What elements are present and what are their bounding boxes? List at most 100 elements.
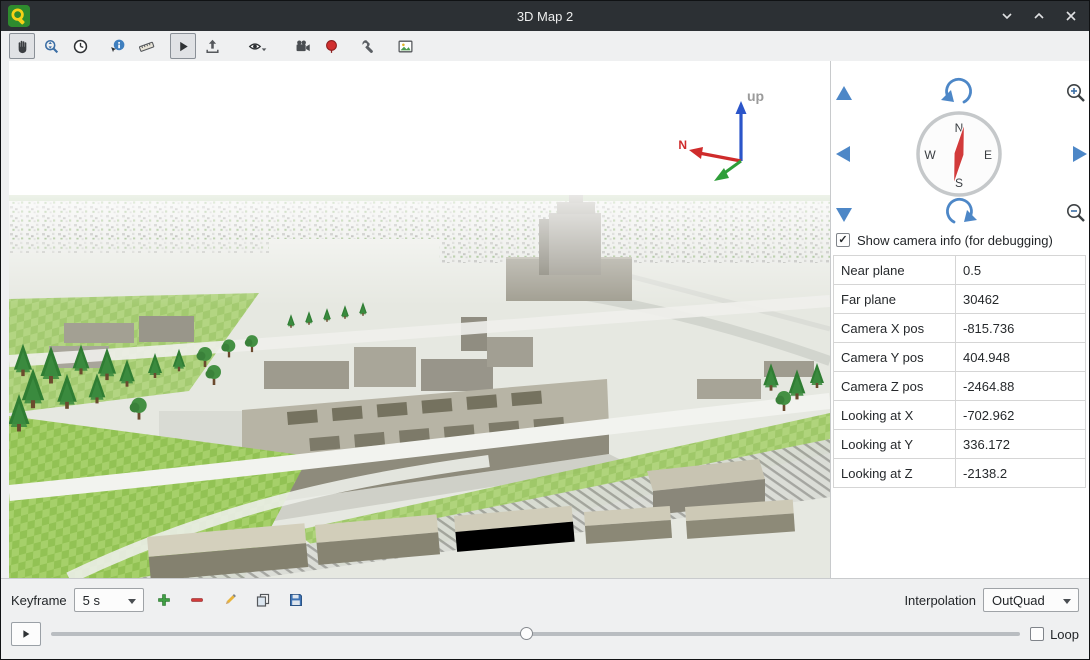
save-as-image-button[interactable] — [392, 33, 418, 59]
info-label-cell: Looking at X — [834, 401, 956, 430]
ruler-icon — [138, 38, 155, 55]
info-value-cell: -2464.88 — [956, 372, 1086, 401]
show-camera-info-checkbox-row[interactable]: Show camera info (for debugging) — [836, 230, 1053, 250]
camera-info-table: Near plane0.5 Far plane30462 Camera X po… — [833, 255, 1086, 488]
shade-button[interactable] — [999, 8, 1015, 24]
info-value-cell: -815.736 — [956, 314, 1086, 343]
identify-button[interactable] — [104, 33, 130, 59]
duplicate-keyframe-button[interactable] — [250, 588, 276, 612]
info-label-cell: Looking at Z — [834, 459, 956, 488]
nav-pan-right-button[interactable] — [1073, 146, 1087, 162]
info-value-cell: -702.962 — [956, 401, 1086, 430]
edit-keyframe-button[interactable] — [217, 588, 243, 612]
timeline-slider[interactable] — [51, 624, 1020, 644]
table-row: Camera X pos-815.736 — [834, 314, 1086, 343]
qgis-logo-icon — [8, 5, 30, 27]
zoom-full-button[interactable] — [38, 33, 64, 59]
minus-icon — [189, 592, 205, 608]
interpolation-label: Interpolation — [904, 593, 976, 608]
info-value-cell: 30462 — [956, 285, 1086, 314]
titlebar[interactable]: 3D Map 2 — [1, 1, 1089, 31]
3d-scene: up N — [9, 61, 830, 578]
clock-icon — [72, 38, 89, 55]
keyframe-duration-value: 5 s — [83, 593, 100, 608]
maximize-button[interactable] — [1031, 8, 1047, 24]
highlight-tool-button[interactable] — [318, 33, 344, 59]
keyframe-duration-combo[interactable]: 5 s — [74, 588, 144, 612]
add-keyframe-button[interactable] — [151, 588, 177, 612]
svg-text:up: up — [747, 88, 764, 104]
chevron-up-icon — [1033, 10, 1045, 22]
copy-icon — [255, 592, 271, 608]
nav-zoom-out-button[interactable] — [1068, 205, 1084, 221]
table-row: Looking at X-702.962 — [834, 401, 1086, 430]
nav-tilt-down-button[interactable] — [836, 208, 852, 222]
animation-bar: Keyframe 5 s Interpolation OutQuad — [1, 578, 1089, 660]
close-icon — [1065, 10, 1077, 22]
eye-icon — [248, 38, 267, 55]
info-label-cell: Camera Y pos — [834, 343, 956, 372]
remove-keyframe-button[interactable] — [184, 588, 210, 612]
zoom-full-icon — [43, 38, 60, 55]
loop-label: Loop — [1050, 627, 1079, 642]
nav-rotate-cw-button[interactable] — [947, 199, 977, 222]
slider-groove[interactable] — [51, 632, 1020, 636]
info-value-cell: 0.5 — [956, 256, 1086, 285]
interpolation-combo[interactable]: OutQuad — [983, 588, 1079, 612]
animation-timer-button[interactable] — [67, 33, 93, 59]
eye-dome-lighting-button[interactable] — [244, 33, 270, 59]
camera-control-pan-button[interactable] — [9, 33, 35, 59]
identify-icon — [109, 38, 126, 55]
loop-checkbox[interactable] — [1030, 627, 1044, 641]
show-camera-info-checkbox[interactable] — [836, 233, 850, 247]
interpolation-value: OutQuad — [992, 593, 1045, 608]
info-value-cell: 336.172 — [956, 430, 1086, 459]
qgis-3d-map-window: 3D Map 2 — [0, 0, 1090, 660]
table-row: Camera Y pos404.948 — [834, 343, 1086, 372]
table-row: Looking at Z-2138.2 — [834, 459, 1086, 488]
export-up-arrow-icon — [204, 38, 221, 55]
3d-viewport[interactable]: up N — [9, 61, 830, 578]
play-animation-button[interactable] — [170, 33, 196, 59]
close-button[interactable] — [1063, 8, 1079, 24]
info-label-cell: Near plane — [834, 256, 956, 285]
slider-handle[interactable] — [520, 627, 533, 640]
compass[interactable]: N W E S — [918, 113, 1000, 195]
camera-side-panel: N W E S Show camera info (for — [830, 61, 1090, 578]
info-label-cell: Camera X pos — [834, 314, 956, 343]
configure-button[interactable] — [355, 33, 381, 59]
nav-tilt-up-button[interactable] — [836, 86, 852, 100]
nav-zoom-in-button[interactable] — [1068, 85, 1084, 101]
loop-checkbox-row[interactable]: Loop — [1030, 627, 1079, 642]
info-value-cell: -2138.2 — [956, 459, 1086, 488]
save-animation-button[interactable] — [283, 588, 309, 612]
red-sphere-icon — [323, 38, 340, 55]
transport-row: Loop — [1, 621, 1089, 647]
nav-rotate-ccw-button[interactable] — [941, 79, 971, 102]
info-label-cell: Camera Z pos — [834, 372, 956, 401]
pencil-icon — [222, 592, 238, 608]
table-row: Camera Z pos-2464.88 — [834, 372, 1086, 401]
floppy-save-icon — [288, 592, 304, 608]
window-title: 3D Map 2 — [1, 9, 1089, 24]
keyframe-row: Keyframe 5 s Interpolation OutQuad — [1, 587, 1089, 613]
nav-pan-left-button[interactable] — [836, 146, 850, 162]
toolbar — [1, 31, 1089, 61]
keyframe-label: Keyframe — [11, 593, 67, 608]
play-icon — [20, 628, 32, 640]
scene-camera-button[interactable] — [289, 33, 315, 59]
table-row: Far plane30462 — [834, 285, 1086, 314]
export-animation-frames-button[interactable] — [199, 33, 225, 59]
measure-line-button[interactable] — [133, 33, 159, 59]
image-icon — [397, 38, 414, 55]
navigation-widget: N W E S — [831, 69, 1090, 235]
play-icon — [176, 39, 191, 54]
play-button[interactable] — [11, 622, 41, 646]
table-row: Near plane0.5 — [834, 256, 1086, 285]
wrench-icon — [360, 38, 377, 55]
pan-hand-icon — [14, 38, 31, 55]
info-label-cell: Looking at Y — [834, 430, 956, 459]
compass-w-label: W — [924, 148, 936, 162]
show-camera-info-label: Show camera info (for debugging) — [857, 233, 1053, 248]
info-label-cell: Far plane — [834, 285, 956, 314]
